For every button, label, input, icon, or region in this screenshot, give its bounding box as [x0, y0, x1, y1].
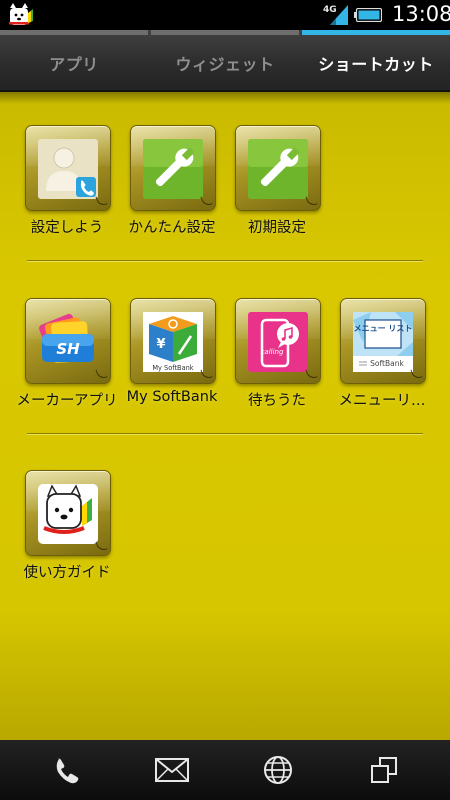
navigation-bar — [0, 740, 450, 800]
status-bar: 4G 13:08 — [0, 0, 450, 30]
shortcut-frame — [25, 470, 111, 556]
browser-globe-icon — [264, 756, 292, 784]
svg-text:SH: SH — [56, 340, 80, 358]
wrench-icon — [248, 139, 308, 199]
shortcut-label: 使い方ガイド — [23, 565, 111, 581]
calling-icon-text: calling — [261, 348, 284, 356]
my-softbank-icon: ¥ My SoftBank — [143, 312, 203, 372]
row-divider — [27, 260, 423, 261]
svg-text:¥: ¥ — [156, 337, 165, 352]
tab-widgets-label: ウィジェット — [175, 54, 275, 74]
softbank-dog-notification-icon — [9, 3, 33, 25]
guide-dog-icon — [38, 484, 98, 544]
shortcut-frame — [235, 125, 321, 211]
menu-list-softbank-text: SoftBank — [370, 359, 404, 368]
shortcut-frame: ¥ My SoftBank — [130, 298, 216, 384]
signal-strength-icon — [330, 5, 348, 25]
shortcut-frame — [130, 125, 216, 211]
shortcut-frame — [25, 125, 111, 211]
tab-bar: アプリ ウィジェット ショートカット — [0, 30, 450, 92]
wrench-icon — [143, 139, 203, 199]
menu-list-icon-text: メニュー リスト — [354, 324, 413, 333]
tab-apps[interactable]: アプリ — [0, 35, 148, 90]
shortcut-maker-apps[interactable]: SH メーカーアプリ — [15, 298, 119, 416]
tab-shortcuts[interactable]: ショートカット — [302, 35, 450, 90]
shortcut-settei-shiyou[interactable]: 設定しよう — [15, 125, 119, 243]
tab-shortcuts-label: ショートカット — [318, 54, 434, 74]
shortcut-label: 設定しよう — [30, 220, 104, 236]
my-softbank-icon-text: My SoftBank — [152, 364, 193, 372]
mail-button[interactable] — [116, 740, 228, 800]
recent-apps-button[interactable] — [328, 740, 440, 800]
shortcut-machiuta[interactable]: calling 待ちうた — [225, 298, 329, 416]
browser-button[interactable] — [222, 740, 334, 800]
recent-apps-icon — [371, 757, 397, 783]
shortcut-label: My SoftBank — [126, 389, 218, 405]
shortcut-kantan-settei[interactable]: かんたん設定 — [120, 125, 224, 243]
shortcut-frame: calling — [235, 298, 321, 384]
person-phone-icon — [38, 139, 98, 199]
shortcut-frame: メニュー リスト SoftBank — [340, 298, 426, 384]
shortcut-shoki-settei[interactable]: 初期設定 — [225, 125, 329, 243]
shortcut-label: かんたん設定 — [128, 220, 216, 236]
phone-button[interactable] — [10, 740, 122, 800]
shortcut-label: 初期設定 — [248, 220, 306, 236]
tab-widgets[interactable]: ウィジェット — [151, 35, 299, 90]
phone-icon — [56, 758, 79, 784]
shortcut-my-softbank[interactable]: ¥ My SoftBank My SoftBank — [120, 298, 224, 416]
tab-apps-label: アプリ — [49, 54, 99, 74]
row-divider — [27, 433, 423, 434]
shortcut-guide[interactable]: 使い方ガイド — [15, 470, 119, 588]
shortcut-frame: SH — [25, 298, 111, 384]
shortcut-drawer[interactable]: 設定しよう かんたん設定 初期設定 SH メーカーアプリ ¥ My SoftBa… — [0, 92, 450, 740]
shortcut-menu-list[interactable]: メニュー リスト SoftBank メニューリ… — [330, 298, 434, 416]
shortcut-label: メニューリ… — [338, 393, 426, 409]
battery-icon — [354, 8, 382, 22]
shortcut-label: 待ちうた — [248, 393, 306, 409]
mail-icon — [155, 758, 189, 782]
menu-list-icon: メニュー リスト SoftBank — [353, 312, 413, 372]
sh-maker-apps-icon: SH — [39, 313, 94, 363]
shortcut-label: メーカーアプリ — [16, 393, 118, 409]
calling-music-icon: calling — [248, 312, 308, 372]
clock: 13:08 — [392, 2, 450, 26]
